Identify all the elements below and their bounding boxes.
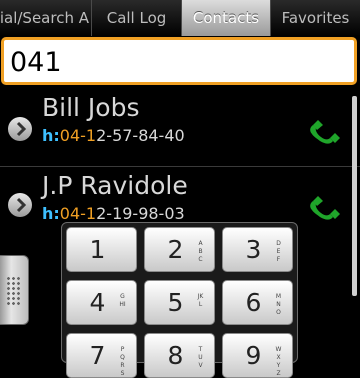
- key-8[interactable]: 8 TUV: [144, 333, 215, 378]
- tab-dial-search[interactable]: Dial/Search A: [0, 0, 92, 36]
- chevron-right-icon[interactable]: [8, 117, 32, 141]
- key-7[interactable]: 7 PQRS: [66, 333, 137, 378]
- number-match-highlight: 04-1: [59, 126, 97, 145]
- contact-number: h:04-12-57-84-40: [42, 126, 185, 145]
- search-box: [1, 37, 357, 85]
- tab-contacts[interactable]: Contacts: [182, 0, 271, 36]
- key-letters: JKL: [197, 293, 204, 308]
- contact-number: h:04-12-19-98-03: [42, 204, 185, 223]
- contact-row[interactable]: Bill Jobs h:04-12-57-84-40: [0, 89, 360, 167]
- number-match-highlight: 04-1: [59, 204, 97, 223]
- key-4[interactable]: 4 GHI: [66, 280, 137, 325]
- grip-dots: [6, 276, 22, 306]
- phone-icon[interactable]: [304, 183, 344, 223]
- key-letters: ABC: [198, 240, 203, 263]
- contact-name: J.P Ravidole: [42, 171, 188, 200]
- tab-favorites[interactable]: Favorites: [271, 0, 360, 36]
- key-1[interactable]: 1: [66, 227, 137, 272]
- dialpad: 1 2 ABC 3 DEF 4 GHI 5 JKL 6 MNO 7 PQRS 8 TUV 9W…: [61, 222, 298, 378]
- key-letters: GHI: [119, 293, 126, 308]
- chevron-right-icon[interactable]: [8, 193, 32, 217]
- key-letters: WXYZ: [275, 346, 282, 377]
- key-digit: 1: [89, 235, 106, 264]
- key-3[interactable]: 3 DEF: [222, 227, 293, 272]
- key-5[interactable]: 5 JKL: [144, 280, 215, 325]
- search-input[interactable]: [10, 44, 340, 80]
- number-type-label: h:: [42, 204, 60, 223]
- phone-icon[interactable]: [304, 107, 344, 147]
- key-letters: TUV: [198, 346, 203, 369]
- key-letters: MNO: [275, 293, 282, 316]
- tab-bar: Dial/Search A Call Log Contacts Favorite…: [0, 0, 360, 36]
- tab-call-log[interactable]: Call Log: [92, 0, 182, 36]
- key-letters: DEF: [276, 240, 281, 263]
- contact-name: Bill Jobs: [42, 93, 140, 122]
- scrollbar[interactable]: [352, 96, 357, 296]
- number-type-label: h:: [42, 126, 60, 145]
- key-6[interactable]: 6 MNO: [222, 280, 293, 325]
- key-9[interactable]: 9 WXYZ: [222, 333, 293, 378]
- number-rest: 2-19-98-03: [96, 204, 185, 223]
- number-rest: 2-57-84-40: [96, 126, 185, 145]
- dialpad-handle-icon[interactable]: [0, 255, 29, 325]
- key-letters: PQRS: [120, 346, 125, 377]
- key-2[interactable]: 2 ABC: [144, 227, 215, 272]
